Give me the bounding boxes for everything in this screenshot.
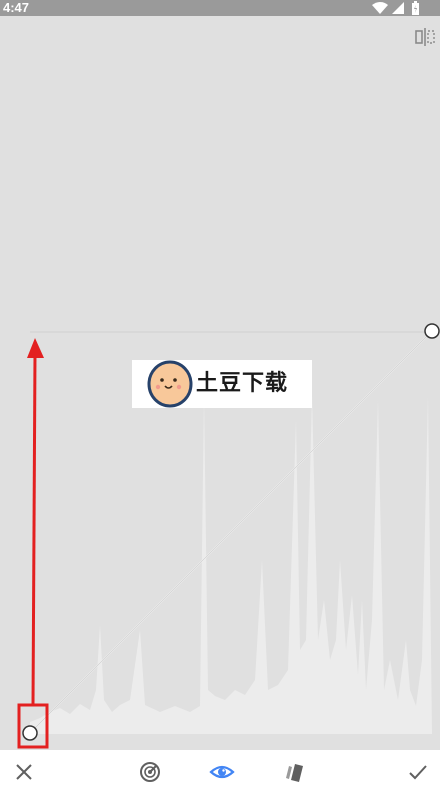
annotation-arrow-head [27, 338, 44, 358]
cancel-button[interactable] [12, 760, 36, 784]
auto-adjust-button[interactable] [138, 760, 162, 784]
curve-point-top-right[interactable] [424, 323, 440, 339]
check-icon [409, 765, 427, 780]
apply-button[interactable] [406, 760, 430, 784]
bottom-toolbar [0, 750, 440, 792]
watermark-text: 土豆下载 [196, 371, 289, 396]
preview-eye-icon [209, 765, 235, 779]
curve-point-bottom-left[interactable] [22, 725, 38, 741]
channel-icon [286, 764, 303, 782]
preview-button[interactable] [209, 760, 235, 784]
channel-button[interactable] [282, 760, 306, 784]
potato-logo-icon [147, 360, 193, 408]
watermark: 土豆下载 [132, 360, 312, 408]
close-icon [16, 764, 32, 780]
histogram [30, 395, 432, 734]
annotation-arrow-shaft [31, 353, 37, 706]
auto-adjust-icon [140, 762, 160, 782]
